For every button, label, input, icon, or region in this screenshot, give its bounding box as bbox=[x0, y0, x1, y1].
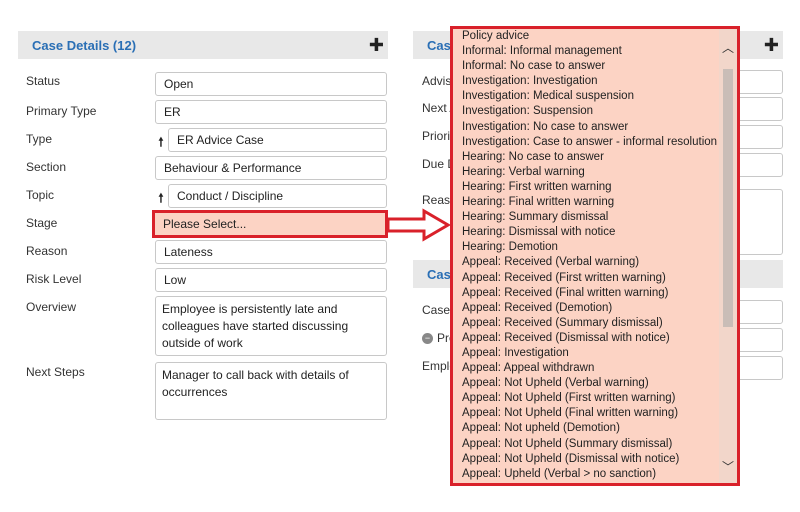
stage-option[interactable]: Appeal: Appeal withdrawn bbox=[462, 361, 715, 376]
stage-option[interactable]: Appeal: Received (Summary dismissal) bbox=[462, 316, 715, 331]
stage-option[interactable]: Appeal: Upheld (Verbal > no sanction) bbox=[462, 467, 715, 482]
stage-option[interactable]: Investigation: Suspension bbox=[462, 104, 715, 119]
stage-option[interactable]: Appeal: Received (Verbal warning) bbox=[462, 255, 715, 270]
stage-option[interactable]: Investigation: Case to answer - informal… bbox=[462, 135, 717, 150]
stage-option[interactable]: Appeal: Not Upheld (Dismissal with notic… bbox=[462, 452, 715, 467]
reason-label: Reason bbox=[26, 244, 68, 258]
type-field[interactable]: ER Advice Case bbox=[168, 128, 387, 152]
stage-option[interactable]: Appeal: Not Upheld (Summary dismissal) bbox=[462, 437, 715, 452]
topic-field[interactable]: Conduct / Discipline bbox=[168, 184, 387, 208]
risk-level-label: Risk Level bbox=[26, 272, 82, 286]
stage-option[interactable]: Hearing: Final written warning bbox=[462, 195, 715, 210]
stage-option[interactable]: Appeal: Not Upheld (Verbal warning) bbox=[462, 376, 715, 391]
stage-option[interactable]: Hearing: Verbal warning bbox=[462, 165, 715, 180]
case-details-title: Case Details (12) bbox=[32, 37, 137, 53]
up-arrow-icon[interactable]: 🠕 bbox=[155, 133, 167, 154]
section-field[interactable]: Behaviour & Performance bbox=[155, 156, 387, 180]
primary-type-label: Primary Type bbox=[26, 104, 97, 118]
stage-option[interactable]: Hearing: Dismissal with notice bbox=[462, 225, 715, 240]
stage-option[interactable]: Investigation: No case to answer bbox=[462, 120, 715, 135]
next-steps-label: Next Steps bbox=[26, 365, 85, 379]
scroll-up-icon[interactable]: ︿ bbox=[719, 39, 737, 56]
stage-option[interactable]: Appeal: Not Upheld (Final written warnin… bbox=[462, 406, 715, 421]
status-label: Status bbox=[26, 74, 61, 88]
type-label: Type bbox=[26, 132, 53, 146]
right-label-3: Priori bbox=[422, 129, 451, 143]
collapse-icon[interactable]: − bbox=[422, 332, 433, 344]
stage-option[interactable]: Appeal: Not Upheld (First written warnin… bbox=[462, 391, 715, 406]
stage-option[interactable]: Appeal: Received (Dismissal with notice) bbox=[462, 331, 715, 346]
right-arrow-icon bbox=[386, 208, 451, 242]
overview-label: Overview bbox=[26, 300, 77, 314]
reason-field[interactable]: Lateness bbox=[155, 240, 387, 264]
stage-option[interactable]: Investigation: Medical suspension bbox=[462, 89, 715, 104]
stage-option[interactable]: Hearing: First written warning bbox=[462, 180, 715, 195]
stage-option[interactable]: Policy advice bbox=[462, 29, 715, 44]
next-steps-textarea[interactable]: Manager to call back with details of occ… bbox=[155, 362, 387, 420]
stage-options: Policy advice Informal: Informal manageme… bbox=[462, 29, 717, 482]
plus-icon[interactable]: ✚ bbox=[764, 36, 783, 54]
stage-option[interactable]: Hearing: Demotion bbox=[462, 240, 715, 255]
stage-option[interactable]: Hearing: No case to answer bbox=[462, 150, 715, 165]
status-field[interactable]: Open bbox=[155, 72, 387, 96]
stage-option[interactable]: Appeal: Received (Demotion) bbox=[462, 301, 715, 316]
scroll-down-icon[interactable]: ﹀ bbox=[719, 458, 737, 475]
stage-option[interactable]: Appeal: Received (First written warning) bbox=[462, 271, 715, 286]
stage-option[interactable]: Investigation: Investigation bbox=[462, 74, 715, 89]
stage-option[interactable]: Appeal: Not upheld (Demotion) bbox=[462, 421, 715, 436]
plus-icon[interactable]: ✚ bbox=[369, 36, 388, 54]
stage-option[interactable]: Hearing: Summary dismissal bbox=[462, 210, 715, 225]
stage-select[interactable]: Please Select... bbox=[152, 210, 388, 238]
stage-option[interactable]: Informal: Informal management bbox=[462, 44, 715, 59]
stage-option[interactable]: Appeal: Received (Final written warning) bbox=[462, 286, 715, 301]
dropdown-scrollbar[interactable]: ︿ ﹀ bbox=[719, 29, 737, 483]
up-arrow-icon[interactable]: 🠕 bbox=[155, 189, 167, 210]
risk-level-field[interactable]: Low bbox=[155, 268, 387, 292]
section-label: Section bbox=[26, 160, 67, 174]
stage-dropdown-list[interactable]: Policy advice Informal: Informal manageme… bbox=[450, 26, 740, 486]
topic-label: Topic bbox=[26, 188, 55, 202]
scrollbar-thumb[interactable] bbox=[723, 69, 733, 327]
stage-label: Stage bbox=[26, 216, 58, 230]
overview-textarea[interactable]: Employee is persistently late and collea… bbox=[155, 296, 387, 356]
stage-option[interactable]: Appeal: Investigation bbox=[462, 346, 715, 361]
stage-option[interactable]: Informal: No case to answer bbox=[462, 59, 715, 74]
primary-type-field[interactable]: ER bbox=[155, 100, 387, 124]
case-details-header: Case Details (12) ✚ bbox=[18, 31, 388, 59]
